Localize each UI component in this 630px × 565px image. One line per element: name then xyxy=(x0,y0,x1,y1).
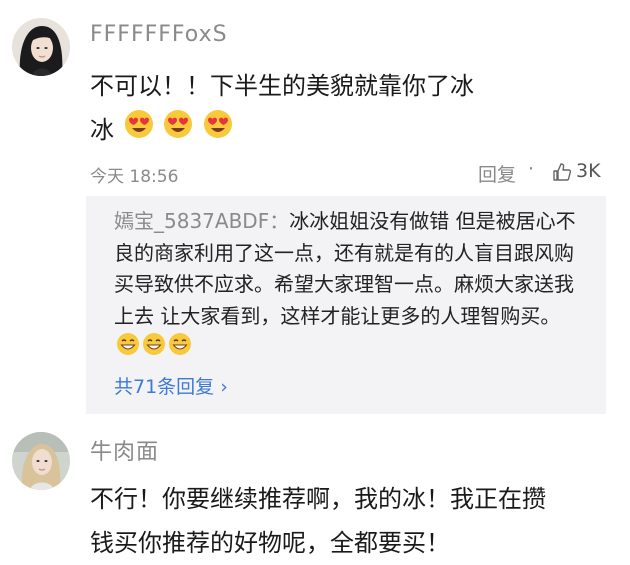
reply-thread[interactable]: 嫣宝_5837ABDF：冰冰姐姐没有做错 但是被居心不良的商家利用了这一点，还有… xyxy=(86,196,606,414)
comment-text: 不行！你要继续推荐啊，我的冰！我正在攒 钱买你推荐的好物呢，全都要买！ xyxy=(90,477,590,565)
comment-line: 钱买你推荐的好物呢，全都要买！ xyxy=(90,529,450,557)
grinning-emoji xyxy=(168,332,192,366)
grinning-emoji xyxy=(116,332,140,366)
separator: · xyxy=(528,158,535,180)
comment-text: 不可以！！下半生的美貌就靠你了冰 冰 xyxy=(90,64,590,153)
view-all-replies-link[interactable]: 共71条回复 › xyxy=(114,372,228,399)
comment-line: 不可以！！下半生的美貌就靠你了冰 xyxy=(90,72,474,100)
comment-meta: 今天 18:56 回复 · 3K xyxy=(90,158,612,187)
comment-line: 冰 xyxy=(90,116,114,144)
avatar[interactable] xyxy=(12,432,70,490)
heart-eyes-emoji xyxy=(163,109,193,153)
thumbs-up-icon[interactable] xyxy=(552,162,572,187)
comment-line-2: 冰 xyxy=(90,108,590,153)
avatar[interactable] xyxy=(12,18,70,76)
replies-count-label: 共71条回复 xyxy=(114,376,215,398)
username[interactable]: FFFFFFFoxS xyxy=(90,22,228,47)
username[interactable]: 牛肉面 xyxy=(90,434,159,466)
like-count: 3K xyxy=(576,160,601,182)
reply-author[interactable]: 嫣宝_5837ABDF： xyxy=(114,209,289,233)
comment-line: 不行！你要继续推荐啊，我的冰！我正在攒 xyxy=(90,485,546,513)
heart-eyes-emoji xyxy=(203,109,233,153)
reply-item: 嫣宝_5837ABDF：冰冰姐姐没有做错 但是被居心不良的商家利用了这一点，还有… xyxy=(114,206,589,366)
heart-eyes-emoji xyxy=(124,109,154,153)
timestamp: 今天 18:56 xyxy=(90,167,179,187)
reply-button[interactable]: 回复 xyxy=(478,160,516,187)
chevron-right-icon: › xyxy=(220,376,228,398)
grinning-emoji xyxy=(142,332,166,366)
